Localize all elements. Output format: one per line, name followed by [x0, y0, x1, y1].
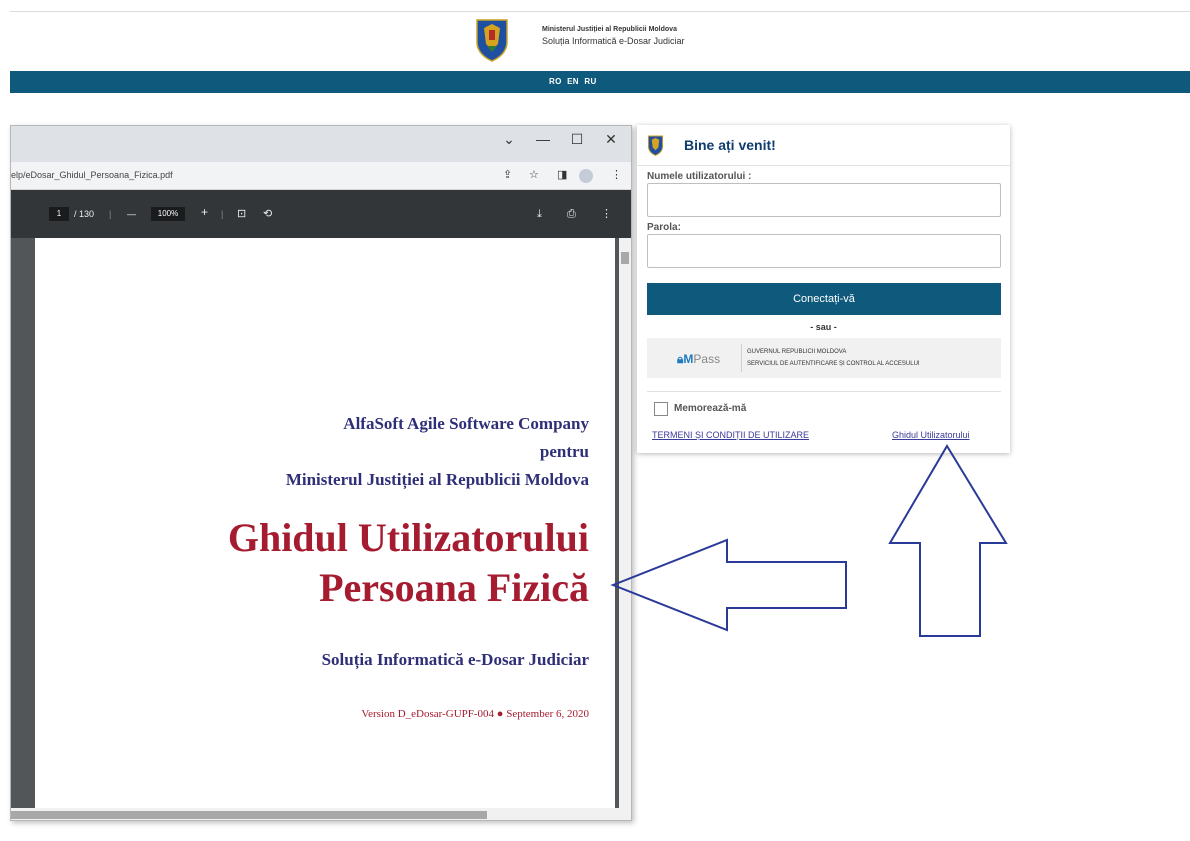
password-label: Parola:: [647, 222, 681, 233]
mpass-separator: [741, 344, 742, 372]
print-icon[interactable]: ⎙: [567, 207, 576, 221]
remember-label: Memorează-mă: [674, 403, 747, 414]
or-separator: - sau -: [810, 322, 837, 332]
header-text: Ministerul Justiției al Republicii Moldo…: [542, 26, 685, 46]
vertical-scrollbar[interactable]: [619, 238, 631, 808]
rotate-icon[interactable]: ⟲: [263, 207, 272, 221]
zoom-out-button[interactable]: —: [127, 207, 136, 221]
zoom-input[interactable]: 100%: [151, 207, 185, 221]
terms-link[interactable]: TERMENI ȘI CONDIȚII DE UTILIZARE: [652, 430, 809, 440]
password-input[interactable]: [647, 234, 1001, 268]
login-title: Bine ați venit!: [684, 137, 776, 153]
address-url[interactable]: elp/eDosar_Ghidul_Persoana_Fizica.pdf: [11, 170, 173, 180]
login-button[interactable]: Conectați-vă: [647, 283, 1001, 315]
arrow-left-icon: [610, 538, 847, 632]
user-guide-link[interactable]: Ghidul Utilizatorului: [892, 430, 970, 440]
ministry-name: Ministerul Justiției al Republicii Moldo…: [542, 26, 677, 33]
pdf-subtitle: Soluția Informatică e-Dosar Judiciar: [321, 650, 589, 669]
minimize-icon[interactable]: —: [531, 131, 555, 147]
lang-ro[interactable]: RO: [549, 77, 562, 86]
pdf-menu-icon[interactable]: ⋮: [601, 207, 612, 221]
browser-titlebar: ⌄ — ☐ ✕: [11, 126, 631, 162]
language-bar: RO EN RU: [10, 71, 1190, 93]
pdf-page: AlfaSoft Agile Software Company pentru M…: [35, 238, 615, 808]
pdf-title-line1: Ghidul Utilizatorului: [227, 515, 589, 560]
fit-page-icon[interactable]: ⊡: [237, 207, 246, 221]
pdf-title-line2: Persoana Fizică: [319, 565, 589, 610]
vertical-scroll-thumb[interactable]: [621, 252, 629, 264]
mpass-line2: SERVICIUL DE AUTENTIFICARE ȘI CONTROL AL…: [747, 361, 920, 367]
kebab-menu-icon[interactable]: ⋮: [611, 168, 622, 181]
pdf-for: pentru: [539, 442, 589, 461]
page-number-input[interactable]: 1: [49, 207, 69, 221]
toolbar-divider: |: [109, 209, 112, 219]
side-panel-icon[interactable]: ◨: [557, 168, 567, 181]
mpass-logo-m: M: [683, 352, 694, 366]
profile-icon[interactable]: [579, 169, 593, 183]
username-label: Numele utilizatorului :: [647, 171, 752, 182]
horizontal-scrollbar[interactable]: [11, 808, 631, 820]
language-switcher: RO EN RU: [549, 77, 600, 86]
star-icon[interactable]: ☆: [529, 168, 539, 181]
pdf-company: AlfaSoft Agile Software Company: [343, 414, 589, 433]
mpass-logo: 🔒︎MPass: [677, 352, 720, 367]
pdf-toolbar: 1 / 130 | — 100% + | ⊡ ⟲ ⤓ ⎙ ⋮: [11, 190, 631, 238]
pdf-viewer: AlfaSoft Agile Software Company pentru M…: [11, 238, 631, 820]
arrow-up-icon: [888, 444, 1008, 637]
close-icon[interactable]: ✕: [599, 131, 623, 148]
remember-checkbox[interactable]: [654, 402, 668, 416]
browser-window: ⌄ — ☐ ✕ elp/eDosar_Ghidul_Persoana_Fizic…: [10, 125, 632, 821]
mpass-logo-rest: Pass: [693, 352, 721, 366]
username-input[interactable]: [647, 183, 1001, 217]
horizontal-scroll-thumb[interactable]: [11, 811, 487, 819]
header-divider: [10, 11, 1190, 12]
login-divider-2: [647, 391, 1001, 392]
emblem-icon: [476, 19, 508, 62]
download-icon[interactable]: ⤓: [537, 207, 542, 221]
login-divider: [637, 165, 1010, 166]
login-card: Bine ați venit! Numele utilizatorului : …: [637, 125, 1010, 453]
lang-ru[interactable]: RU: [584, 77, 596, 86]
pdf-client: Ministerul Justiției al Republicii Moldo…: [285, 470, 589, 489]
emblem-icon: [647, 135, 664, 156]
lang-en[interactable]: EN: [567, 77, 579, 86]
address-bar[interactable]: elp/eDosar_Ghidul_Persoana_Fizica.pdf ⇪ …: [11, 162, 631, 190]
solution-name: Soluția Informatică e-Dosar Judiciar: [542, 36, 685, 46]
mpass-login-button[interactable]: 🔒︎MPass GUVERNUL REPUBLICII MOLDOVA SERV…: [647, 338, 1001, 378]
zoom-in-button[interactable]: +: [201, 205, 208, 219]
page-total: / 130: [74, 209, 95, 219]
pdf-version: Version D_eDosar-GUPF-004 ● September 6,…: [361, 708, 589, 720]
chevron-down-icon[interactable]: ⌄: [497, 131, 521, 148]
toolbar-divider-2: |: [221, 209, 224, 219]
share-icon[interactable]: ⇪: [503, 168, 512, 181]
mpass-line1: GUVERNUL REPUBLICII MOLDOVA: [747, 349, 847, 355]
maximize-icon[interactable]: ☐: [565, 131, 589, 148]
